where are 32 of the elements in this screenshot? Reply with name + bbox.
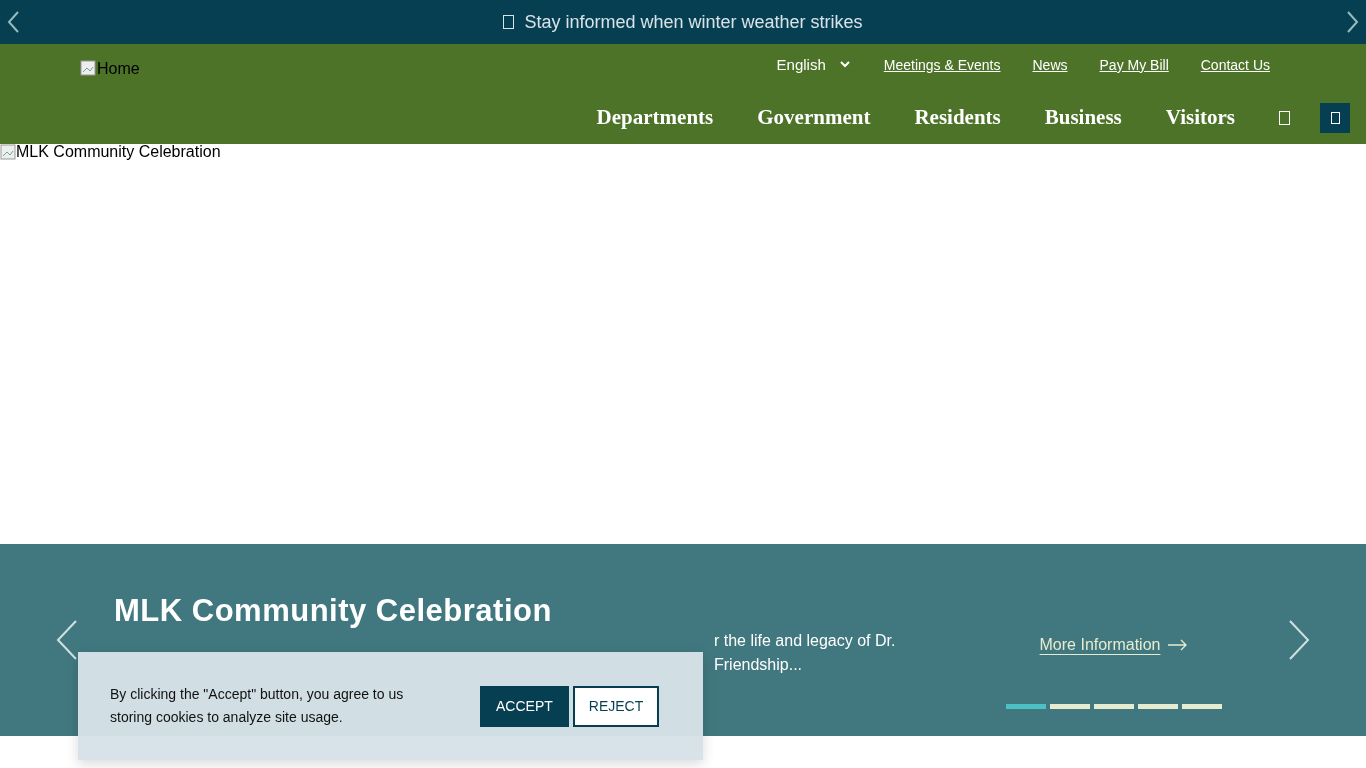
more-information-link[interactable]: More Information	[1039, 635, 1189, 654]
nav-link[interactable]: Visitors	[1165, 105, 1235, 131]
utility-link[interactable]: Contact Us	[1200, 56, 1270, 73]
broken-image-icon	[80, 60, 96, 76]
chevron-right-icon[interactable]	[1288, 620, 1310, 660]
chevron-right-icon[interactable]	[1344, 10, 1360, 34]
chevron-left-icon[interactable]	[56, 620, 78, 660]
search-icon[interactable]	[1279, 110, 1290, 125]
slide-description: r the life and legacy of Dr.	[713, 631, 897, 651]
arrow-right-icon	[1168, 638, 1189, 651]
nav-link[interactable]: Business	[1044, 105, 1122, 131]
cookie-text: By clicking the "Accept" button, you agree to us storing cookies to analyze site usage.	[110, 685, 405, 727]
utility-link[interactable]: News	[1032, 56, 1068, 73]
nav-link[interactable]: Government	[757, 105, 871, 131]
reject-button[interactable]: REJECT	[572, 685, 660, 727]
menu-button[interactable]	[1320, 102, 1350, 133]
hero-image-alt-text: MLK Community Celebration	[16, 144, 221, 160]
utility-link[interactable]: Meetings & Events	[883, 56, 1001, 73]
language-select[interactable]: English	[776, 56, 850, 74]
logo-alt-text[interactable]: Home	[97, 60, 140, 78]
alert-text[interactable]: Stay informed when winter weather strikes	[524, 11, 863, 33]
accept-button[interactable]: ACCEPT	[480, 685, 569, 727]
nav-link[interactable]: Departments	[596, 105, 714, 131]
square-icon	[503, 15, 515, 29]
square-icon	[1330, 111, 1340, 124]
slide-description: Friendship...	[713, 655, 804, 675]
broken-image-icon	[0, 144, 16, 160]
chevron-left-icon[interactable]	[6, 10, 22, 34]
slide-title: MLK Community Celebration	[114, 593, 553, 629]
nav-link[interactable]: Residents	[914, 105, 1001, 131]
chevron-down-icon	[839, 61, 850, 69]
utility-link[interactable]: Pay My Bill	[1099, 56, 1169, 73]
